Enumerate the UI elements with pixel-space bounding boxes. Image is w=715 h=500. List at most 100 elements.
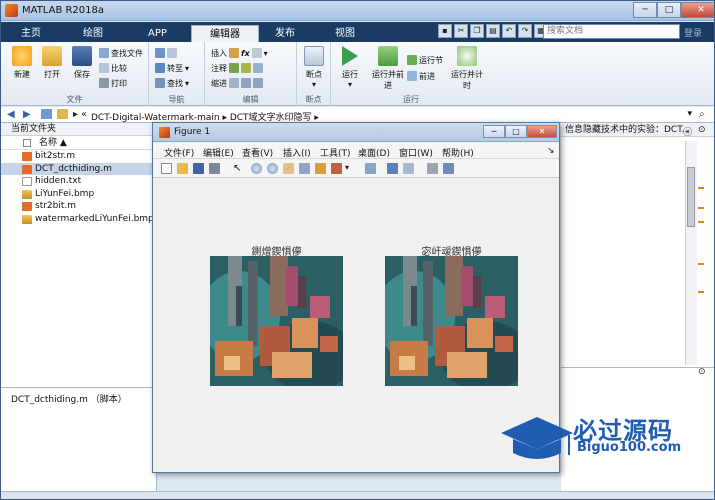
rotate-icon[interactable] <box>299 163 310 174</box>
print-icon[interactable] <box>209 163 220 174</box>
group-run-label: 运行 <box>403 95 419 104</box>
browse-folder-icon[interactable] <box>57 109 68 119</box>
run-time-button[interactable]: 运行并计时 <box>449 46 485 91</box>
compare-button[interactable]: 比较 <box>99 62 127 74</box>
save-icon <box>72 46 92 66</box>
zoom-in-icon[interactable] <box>251 163 262 174</box>
maximize-button[interactable]: □ <box>505 125 527 138</box>
maximize-button[interactable]: □ <box>657 2 681 18</box>
more-insert-icon <box>251 48 262 58</box>
legend-icon[interactable] <box>403 163 414 174</box>
menu-dock-icon[interactable]: ↘ <box>547 146 555 156</box>
new-label: 新建 <box>14 70 30 79</box>
save-button[interactable]: 保存 <box>67 46 97 80</box>
marker <box>698 207 704 209</box>
login-link[interactable]: 登录 <box>684 26 702 39</box>
goto-button[interactable]: 转至 ▾ <box>155 62 189 74</box>
minimize-button[interactable]: ─ <box>633 2 657 18</box>
advance-button[interactable]: 前进 <box>407 70 435 82</box>
close-button[interactable]: ✕ <box>527 125 557 138</box>
breakpoints-button[interactable]: 断点 ▾ <box>299 46 329 89</box>
save-icon[interactable]: ▪ <box>438 24 452 38</box>
column-header-name[interactable]: 名称 ▲ <box>1 136 156 150</box>
forward-icon[interactable]: ▶ <box>23 109 31 120</box>
group-navigate-label: 导航 <box>168 95 185 104</box>
file-row[interactable]: str2bit.m <box>1 200 156 213</box>
open-button[interactable]: 打开 <box>37 46 67 80</box>
file-row[interactable]: hidden.txt <box>1 175 156 188</box>
matlab-window: MATLAB R2018a ─ □ ✕ 主页 绘图 APP 编辑器 发布 视图 … <box>0 0 715 500</box>
group-breakpoints-label: 断点 <box>305 95 322 104</box>
run-section-button[interactable]: 运行节 <box>407 54 443 66</box>
indent-label: 缩进 <box>211 78 227 88</box>
undo-icon[interactable]: ↶ <box>502 24 516 38</box>
up-folder-icon[interactable] <box>41 109 52 119</box>
run-advance-label: 运行并前进 <box>372 70 404 90</box>
data-cursor-icon[interactable] <box>315 163 326 174</box>
file-row[interactable]: LiYunFei.bmp <box>1 188 156 201</box>
breakpoints-icon <box>304 46 324 66</box>
marker <box>698 221 704 223</box>
file-row[interactable]: DCT_dcthiding.m <box>1 162 156 175</box>
tab-view[interactable]: 视图 <box>323 25 367 42</box>
copy-icon[interactable]: ❐ <box>470 24 484 38</box>
insert-button[interactable]: 插入 fx ▾ <box>211 47 268 59</box>
comment-button[interactable]: 注释 <box>211 62 263 74</box>
print-button[interactable]: 打印 <box>99 77 127 89</box>
menu-edit[interactable]: 编辑(E) <box>203 146 234 159</box>
new-figure-icon[interactable] <box>161 163 172 174</box>
link-plot-icon[interactable] <box>365 163 376 174</box>
menu-desktop[interactable]: 桌面(D) <box>358 146 390 159</box>
menu-view[interactable]: 查看(V) <box>242 146 273 159</box>
paste-icon[interactable]: ▤ <box>486 24 500 38</box>
find-files-button[interactable]: 查找文件 <box>99 47 143 59</box>
pointer-icon[interactable]: ↖ <box>233 163 244 174</box>
show-tools-icon[interactable] <box>443 163 454 174</box>
search-icon[interactable]: ⌕ <box>699 109 705 120</box>
back-nav-button[interactable] <box>155 47 177 59</box>
chevron-down-icon[interactable]: ▾ <box>345 163 356 174</box>
file-row[interactable]: bit2str.m <box>1 150 156 163</box>
find-files-label: 查找文件 <box>111 48 143 58</box>
insert-label: 插入 <box>211 48 227 58</box>
indent-button[interactable]: 缩进 <box>211 77 263 89</box>
hide-tools-icon[interactable] <box>427 163 438 174</box>
colorbar-icon[interactable] <box>387 163 398 174</box>
menu-insert[interactable]: 插入(I) <box>283 146 311 159</box>
run-advance-icon <box>378 46 398 66</box>
find-button[interactable]: 查找 ▾ <box>155 77 189 89</box>
close-button[interactable]: ✕ <box>681 2 714 18</box>
cut-icon[interactable]: ✂ <box>454 24 468 38</box>
run-button[interactable]: 运行 ▾ <box>335 46 365 89</box>
open-file-icon[interactable] <box>177 163 188 174</box>
menu-tools[interactable]: 工具(T) <box>320 146 351 159</box>
tab-apps[interactable]: APP <box>136 25 179 42</box>
zoom-out-icon[interactable] <box>267 163 278 174</box>
save-icon[interactable] <box>193 163 204 174</box>
new-icon <box>12 46 32 66</box>
chevron-down-icon[interactable]: ▾ <box>687 109 692 119</box>
menu-help[interactable]: 帮助(H) <box>442 146 474 159</box>
file-row[interactable]: watermarkedLiYunFei.bmp <box>1 213 156 226</box>
file-name: watermarkedLiYunFei.bmp <box>35 213 154 224</box>
tab-publish[interactable]: 发布 <box>263 25 307 42</box>
run-advance-button[interactable]: 运行并前进 <box>371 46 405 91</box>
close-panel-icon[interactable]: ⓧ <box>683 125 692 138</box>
scrollbar-thumb[interactable] <box>687 167 695 227</box>
search-input[interactable]: 搜索文档 <box>543 24 680 39</box>
pan-icon[interactable] <box>283 163 294 174</box>
tab-editor[interactable]: 编辑器 <box>191 25 259 42</box>
panel-menu-icon[interactable]: ⊙ <box>698 125 706 135</box>
back-icon[interactable]: ◀ <box>7 109 15 120</box>
brush-icon[interactable] <box>331 163 342 174</box>
new-button[interactable]: 新建 <box>7 46 37 80</box>
tab-home[interactable]: 主页 <box>9 25 53 42</box>
redo-icon[interactable]: ↷ <box>518 24 532 38</box>
tab-plots[interactable]: 绘图 <box>71 25 115 42</box>
menu-window[interactable]: 窗口(W) <box>399 146 433 159</box>
figure-toolbar: ↖ ▾ <box>153 159 559 178</box>
minimize-button[interactable]: ─ <box>483 125 505 138</box>
file-name: bit2str.m <box>35 151 76 161</box>
panel-menu-icon[interactable]: ⊙ <box>698 367 706 377</box>
menu-file[interactable]: 文件(F) <box>164 146 194 159</box>
